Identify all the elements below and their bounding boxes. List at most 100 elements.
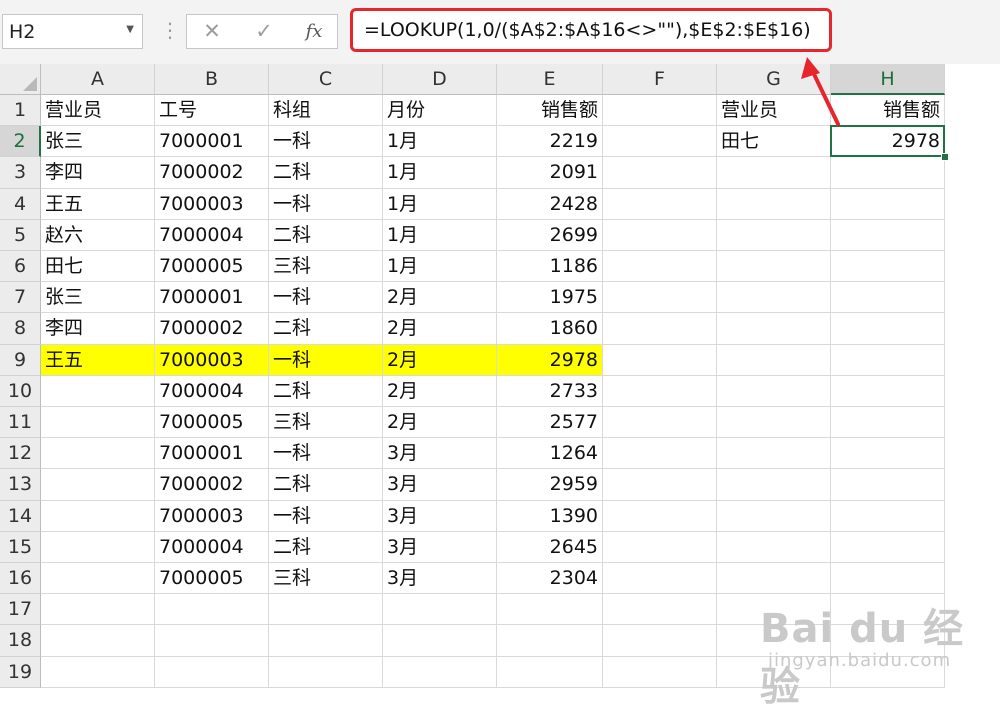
- more-options-icon[interactable]: ⋮: [160, 14, 180, 49]
- row-header-19[interactable]: 19: [0, 656, 41, 688]
- cell-e11[interactable]: 2577: [497, 407, 603, 439]
- select-all-button[interactable]: [0, 64, 41, 95]
- cell-e13[interactable]: 2959: [497, 469, 603, 501]
- column-header-h[interactable]: H: [831, 64, 945, 95]
- row-header-11[interactable]: 11: [0, 407, 41, 439]
- cell-b14[interactable]: 7000003: [155, 500, 269, 532]
- cell-f13[interactable]: [603, 469, 717, 501]
- cell-b4[interactable]: 7000003: [155, 188, 269, 220]
- cell-b15[interactable]: 7000004: [155, 531, 269, 563]
- check-icon[interactable]: ✓: [244, 15, 284, 48]
- cell-d1[interactable]: 月份: [383, 95, 497, 127]
- cell-e17[interactable]: [497, 594, 603, 626]
- cell-c14[interactable]: 一科: [269, 500, 383, 532]
- cell-b11[interactable]: 7000005: [155, 407, 269, 439]
- cell-c5[interactable]: 二科: [269, 219, 383, 251]
- cell-d17[interactable]: [383, 594, 497, 626]
- cell-c19[interactable]: [269, 656, 383, 688]
- cell-b17[interactable]: [155, 594, 269, 626]
- cell-a6[interactable]: 田七: [41, 251, 155, 283]
- cell-h3[interactable]: [831, 157, 945, 189]
- row-header-9[interactable]: 9: [0, 344, 41, 376]
- cell-c12[interactable]: 一科: [269, 438, 383, 470]
- cell-c13[interactable]: 二科: [269, 469, 383, 501]
- cell-b18[interactable]: [155, 625, 269, 657]
- cell-a3[interactable]: 李四: [41, 157, 155, 189]
- cell-h15[interactable]: [831, 531, 945, 563]
- cell-c6[interactable]: 三科: [269, 251, 383, 283]
- cell-c2[interactable]: 一科: [269, 126, 383, 158]
- cell-e8[interactable]: 1860: [497, 313, 603, 345]
- cell-f19[interactable]: [603, 656, 717, 688]
- cell-h10[interactable]: [831, 375, 945, 407]
- cell-f5[interactable]: [603, 219, 717, 251]
- cell-h13[interactable]: [831, 469, 945, 501]
- cell-h16[interactable]: [831, 563, 945, 595]
- cell-c17[interactable]: [269, 594, 383, 626]
- cell-b19[interactable]: [155, 656, 269, 688]
- name-box[interactable]: H2 ▼: [2, 14, 143, 49]
- cell-c3[interactable]: 二科: [269, 157, 383, 189]
- cell-a13[interactable]: [41, 469, 155, 501]
- cell-c15[interactable]: 二科: [269, 531, 383, 563]
- cell-e10[interactable]: 2733: [497, 375, 603, 407]
- cell-b5[interactable]: 7000004: [155, 219, 269, 251]
- row-header-18[interactable]: 18: [0, 625, 41, 657]
- cell-d6[interactable]: 1月: [383, 251, 497, 283]
- column-header-e[interactable]: E: [497, 64, 603, 95]
- cell-e6[interactable]: 1186: [497, 251, 603, 283]
- cell-b3[interactable]: 7000002: [155, 157, 269, 189]
- cell-a11[interactable]: [41, 407, 155, 439]
- cell-c18[interactable]: [269, 625, 383, 657]
- cell-d10[interactable]: 2月: [383, 375, 497, 407]
- cell-e12[interactable]: 1264: [497, 438, 603, 470]
- formula-input[interactable]: =LOOKUP(1,0/($A$2:$A$16<>""),$E$2:$E$16): [350, 8, 832, 52]
- cell-d13[interactable]: 3月: [383, 469, 497, 501]
- cell-b6[interactable]: 7000005: [155, 251, 269, 283]
- cell-g7[interactable]: [717, 282, 831, 314]
- cell-f4[interactable]: [603, 188, 717, 220]
- cell-h12[interactable]: [831, 438, 945, 470]
- cell-d15[interactable]: 3月: [383, 531, 497, 563]
- cell-c8[interactable]: 二科: [269, 313, 383, 345]
- cell-d7[interactable]: 2月: [383, 282, 497, 314]
- row-header-5[interactable]: 5: [0, 219, 41, 251]
- cell-e19[interactable]: [497, 656, 603, 688]
- cell-d5[interactable]: 1月: [383, 219, 497, 251]
- cell-d18[interactable]: [383, 625, 497, 657]
- row-header-8[interactable]: 8: [0, 313, 41, 345]
- cell-g8[interactable]: [717, 313, 831, 345]
- cell-d11[interactable]: 2月: [383, 407, 497, 439]
- column-header-b[interactable]: B: [155, 64, 269, 95]
- cell-g5[interactable]: [717, 219, 831, 251]
- cell-d12[interactable]: 3月: [383, 438, 497, 470]
- cell-g1[interactable]: 营业员: [717, 95, 831, 127]
- cell-a12[interactable]: [41, 438, 155, 470]
- cell-h14[interactable]: [831, 500, 945, 532]
- cell-f6[interactable]: [603, 251, 717, 283]
- cell-a5[interactable]: 赵六: [41, 219, 155, 251]
- cell-e3[interactable]: 2091: [497, 157, 603, 189]
- cell-g6[interactable]: [717, 251, 831, 283]
- cell-c7[interactable]: 一科: [269, 282, 383, 314]
- cell-f7[interactable]: [603, 282, 717, 314]
- cell-a10[interactable]: [41, 375, 155, 407]
- cell-c10[interactable]: 二科: [269, 375, 383, 407]
- cell-f2[interactable]: [603, 126, 717, 158]
- cell-h5[interactable]: [831, 219, 945, 251]
- chevron-down-icon[interactable]: ▼: [126, 24, 134, 35]
- cell-a7[interactable]: 张三: [41, 282, 155, 314]
- cell-h7[interactable]: [831, 282, 945, 314]
- column-header-d[interactable]: D: [383, 64, 497, 95]
- cell-d3[interactable]: 1月: [383, 157, 497, 189]
- cell-g4[interactable]: [717, 188, 831, 220]
- cell-g10[interactable]: [717, 375, 831, 407]
- cell-e4[interactable]: 2428: [497, 188, 603, 220]
- cell-f11[interactable]: [603, 407, 717, 439]
- cell-h9[interactable]: [831, 344, 945, 376]
- cell-a19[interactable]: [41, 656, 155, 688]
- cell-a8[interactable]: 李四: [41, 313, 155, 345]
- cell-f9[interactable]: [603, 344, 717, 376]
- cell-e18[interactable]: [497, 625, 603, 657]
- cell-g14[interactable]: [717, 500, 831, 532]
